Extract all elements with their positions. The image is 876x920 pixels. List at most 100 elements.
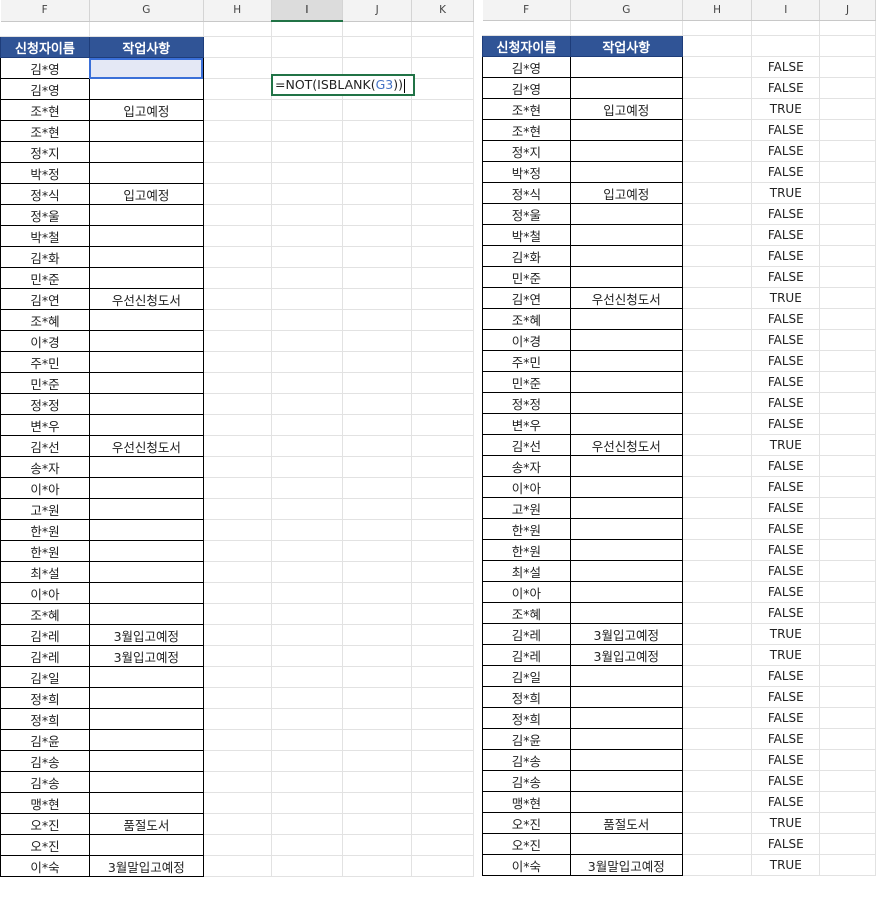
cell[interactable] — [203, 666, 272, 688]
cell[interactable] — [271, 834, 344, 856]
task-cell[interactable] — [88, 729, 204, 751]
result-cell[interactable]: FALSE — [751, 392, 821, 414]
task-cell[interactable]: 3월입고예정 — [88, 624, 204, 646]
task-cell[interactable] — [88, 309, 204, 331]
cell[interactable] — [411, 267, 474, 289]
cell[interactable] — [342, 687, 413, 709]
task-cell[interactable]: 3월말입고예정 — [88, 855, 204, 877]
name-cell[interactable]: 고*원 — [482, 497, 571, 519]
cell[interactable] — [411, 582, 474, 604]
cell[interactable] — [342, 288, 413, 310]
result-cell[interactable]: TRUE — [751, 182, 821, 204]
result-cell[interactable]: TRUE — [751, 623, 821, 645]
cell[interactable] — [819, 497, 876, 519]
cell[interactable] — [819, 602, 876, 624]
cell[interactable] — [411, 246, 474, 268]
cell[interactable] — [342, 792, 413, 814]
task-cell[interactable] — [569, 833, 683, 855]
cell[interactable] — [203, 183, 272, 205]
name-cell[interactable]: 조*혜 — [482, 602, 571, 624]
cell[interactable] — [203, 225, 272, 247]
task-cell[interactable] — [569, 161, 683, 183]
column-header-j[interactable]: J — [342, 0, 413, 22]
name-cell[interactable]: 최*설 — [0, 561, 90, 583]
task-cell[interactable] — [569, 350, 683, 372]
cell[interactable] — [411, 414, 474, 436]
result-cell[interactable]: FALSE — [751, 371, 821, 393]
name-cell[interactable]: 김*영 — [0, 57, 90, 79]
result-cell[interactable]: FALSE — [751, 770, 821, 792]
name-cell[interactable]: 이*아 — [0, 477, 90, 499]
name-cell[interactable]: 주*민 — [482, 350, 571, 372]
cell[interactable] — [682, 245, 753, 267]
name-cell[interactable]: 정*지 — [482, 140, 571, 162]
cell[interactable] — [819, 623, 876, 645]
task-cell[interactable] — [88, 771, 204, 793]
cell[interactable] — [271, 477, 344, 499]
name-cell[interactable]: 정*희 — [0, 708, 90, 730]
result-cell[interactable]: FALSE — [751, 791, 821, 813]
cell[interactable] — [682, 686, 753, 708]
cell[interactable] — [342, 540, 413, 562]
cell[interactable] — [271, 687, 344, 709]
task-cell[interactable] — [88, 687, 204, 709]
task-cell[interactable]: 3월입고예정 — [569, 644, 683, 666]
cell[interactable] — [819, 20, 876, 36]
cell[interactable] — [411, 288, 474, 310]
cell[interactable] — [271, 288, 344, 310]
cell[interactable] — [819, 203, 876, 225]
cell[interactable] — [682, 644, 753, 666]
cell[interactable] — [819, 224, 876, 246]
cell[interactable] — [342, 813, 413, 835]
task-cell[interactable] — [88, 414, 204, 436]
cell[interactable] — [271, 561, 344, 583]
cell[interactable] — [682, 497, 753, 519]
task-cell[interactable] — [569, 224, 683, 246]
cell[interactable] — [342, 666, 413, 688]
name-cell[interactable]: 박*철 — [482, 224, 571, 246]
cell[interactable] — [203, 393, 272, 415]
cell[interactable] — [203, 246, 272, 268]
cell[interactable] — [203, 624, 272, 646]
cell[interactable] — [682, 539, 753, 561]
name-cell[interactable]: 이*숙 — [0, 855, 90, 877]
cell[interactable] — [411, 834, 474, 856]
task-cell[interactable] — [569, 749, 683, 771]
cell[interactable] — [271, 855, 344, 877]
cell[interactable] — [342, 162, 413, 184]
cell[interactable] — [271, 351, 344, 373]
cell[interactable] — [342, 414, 413, 436]
cell[interactable] — [203, 561, 272, 583]
cell[interactable] — [271, 162, 344, 184]
task-cell[interactable] — [569, 518, 683, 540]
cell[interactable] — [342, 624, 413, 646]
task-cell[interactable] — [88, 225, 204, 247]
task-cell[interactable] — [88, 834, 204, 856]
cell[interactable] — [751, 35, 821, 57]
name-cell[interactable]: 김*연 — [482, 287, 571, 309]
cell[interactable] — [411, 477, 474, 499]
cell[interactable] — [271, 330, 344, 352]
name-cell[interactable]: 정*식 — [0, 183, 90, 205]
task-cell[interactable] — [88, 708, 204, 730]
task-cell[interactable]: 우선신청도서 — [569, 287, 683, 309]
cell[interactable] — [203, 57, 272, 79]
cell[interactable] — [819, 539, 876, 561]
cell[interactable] — [819, 455, 876, 477]
cell[interactable] — [411, 624, 474, 646]
cell[interactable] — [682, 812, 753, 834]
result-cell[interactable]: FALSE — [751, 350, 821, 372]
cell[interactable] — [819, 266, 876, 288]
name-cell[interactable]: 이*아 — [482, 476, 571, 498]
name-cell[interactable]: 민*준 — [482, 266, 571, 288]
cell[interactable] — [342, 246, 413, 268]
task-cell[interactable] — [88, 141, 204, 163]
name-cell[interactable]: 김*선 — [0, 435, 90, 457]
cell[interactable] — [411, 645, 474, 667]
cell[interactable] — [411, 855, 474, 877]
cell[interactable] — [411, 183, 474, 205]
task-cell[interactable] — [569, 140, 683, 162]
header-name-cell[interactable]: 신청자이름 — [482, 35, 571, 57]
name-cell[interactable]: 민*준 — [0, 267, 90, 289]
cell[interactable] — [271, 225, 344, 247]
